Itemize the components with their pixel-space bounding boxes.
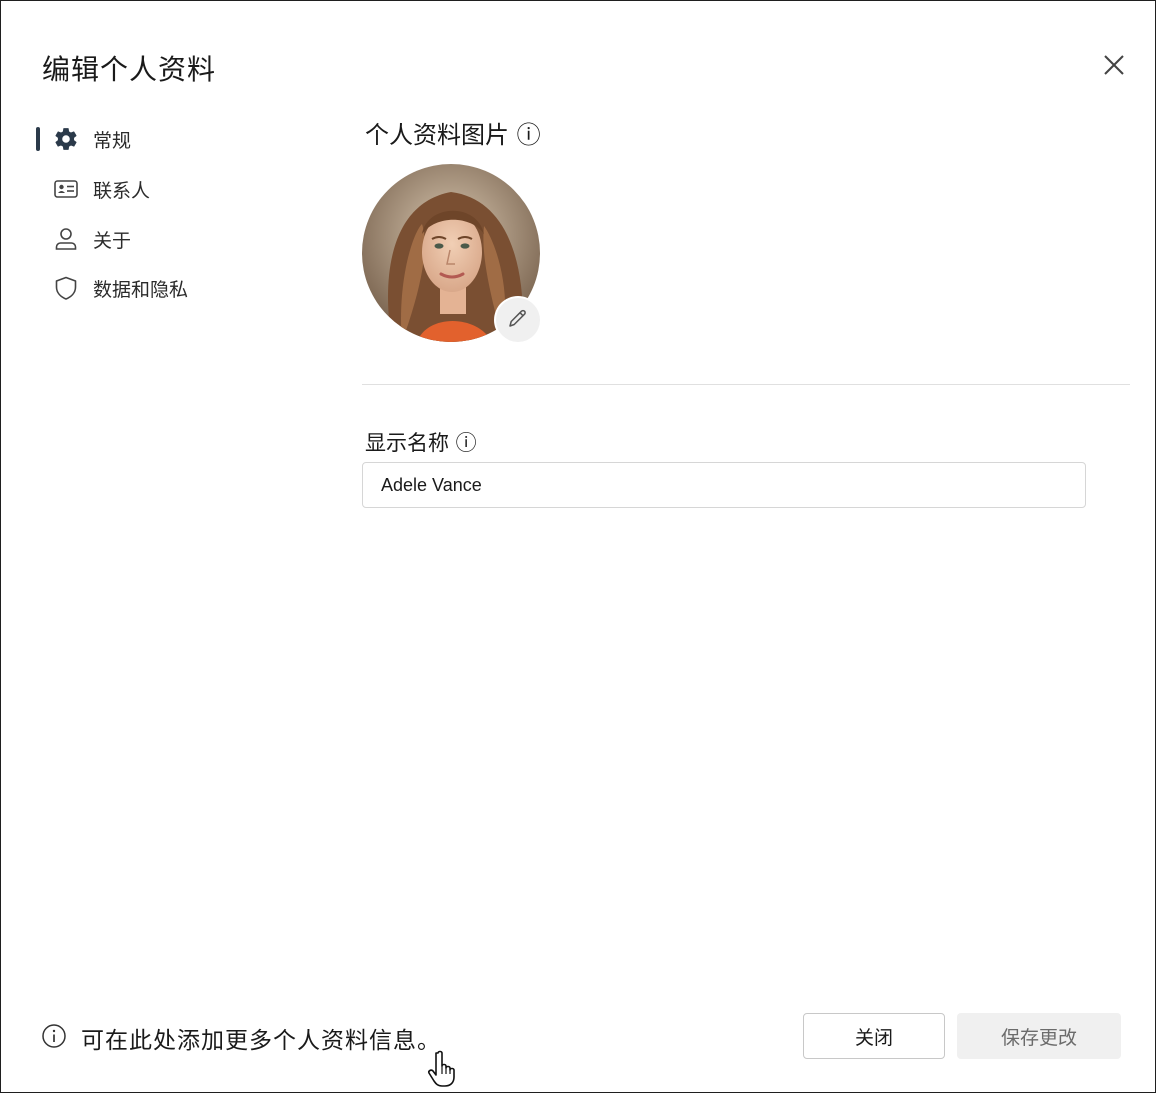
save-changes-button[interactable]: 保存更改 [957,1013,1121,1059]
edit-profile-dialog: 编辑个人资料 常规 联系人 关于 数据和隐私 个人资料图片 ⓘ 显示名称 ⓘ A… [0,0,1156,1093]
section-divider [362,384,1130,385]
nav-item-about[interactable]: 关于 [53,219,131,259]
profile-picture-title: 个人资料图片 ⓘ [365,121,541,149]
nav-item-label: 数据和隐私 [93,278,189,301]
shield-icon [53,275,79,301]
nav-item-label: 关于 [93,229,132,252]
edit-photo-button[interactable] [496,298,540,342]
footer-info-text: 可在此处添加更多个人资料信息。 [81,1028,441,1054]
close-button[interactable]: 关闭 [803,1013,945,1059]
nav-item-contacts[interactable]: 联系人 [53,169,150,209]
nav-item-label: 联系人 [93,179,151,202]
dialog-title: 编辑个人资料 [42,53,217,86]
footer-info: 可在此处添加更多个人资料信息。 [41,1021,441,1055]
gear-icon [53,126,79,152]
info-icon [41,1023,67,1054]
hand-pointer-icon [425,1049,465,1094]
display-name-input[interactable] [362,462,1086,508]
person-icon [53,226,79,252]
nav-selection-indicator [36,127,40,151]
pencil-icon [506,306,530,335]
nav-item-data-privacy[interactable]: 数据和隐私 [53,268,188,308]
display-name-label: 显示名称 ⓘ [365,431,477,455]
nav-item-label: 常规 [93,129,132,152]
contact-card-icon [53,176,79,202]
avatar-container [362,164,540,342]
nav-item-general[interactable]: 常规 [53,119,131,159]
close-icon[interactable] [1101,52,1127,78]
